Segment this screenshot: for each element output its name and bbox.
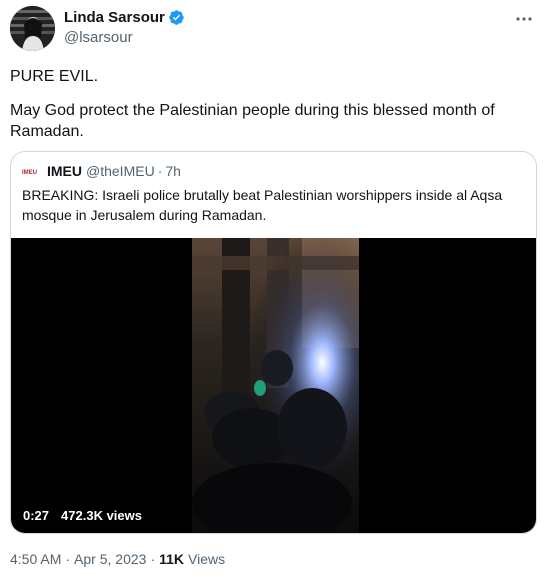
video-info: 0:27 472.3K views (23, 508, 142, 523)
quoted-tweet[interactable]: IMEU IMEU @theIMEU · 7h BREAKING: Israel… (10, 151, 537, 534)
tweet-meta: 4:50 AM · Apr 5, 2023 · 11K Views (10, 551, 225, 567)
tweet-text-line2: May God protect the Palestinian people d… (10, 102, 495, 140)
svg-text:IMEU: IMEU (22, 170, 37, 176)
video-duration: 0:27 (23, 508, 50, 523)
quoted-tweet-text: BREAKING: Israeli police brutally beat P… (22, 187, 503, 223)
author-handle[interactable]: @lsarsour (64, 29, 133, 46)
tweet-text: PURE EVIL. May God protect the Palestini… (10, 66, 535, 142)
views-count[interactable]: 11K (159, 551, 184, 567)
video-player[interactable]: 0:27 472.3K views (11, 238, 536, 533)
separator: · (150, 551, 156, 567)
author-name[interactable]: Linda Sarsour (64, 9, 165, 26)
quoted-tweet-header: IMEU IMEU @theIMEU · 7h (22, 163, 181, 179)
quoted-author-name[interactable]: IMEU (47, 163, 82, 179)
views-label: Views (188, 551, 226, 567)
tweet-text-line1: PURE EVIL. (10, 68, 99, 85)
avatar[interactable] (10, 6, 55, 51)
more-options-button[interactable] (513, 10, 535, 28)
tweet-header: Linda Sarsour @lsarsour (10, 6, 537, 54)
video-views: 472.3K views (61, 508, 142, 523)
verified-badge-icon (169, 10, 184, 25)
imeu-logo-icon: IMEU (22, 170, 37, 176)
more-horizontal-icon (516, 17, 532, 21)
tweet-date[interactable]: Apr 5, 2023 (74, 551, 146, 567)
quoted-tweet-time[interactable]: 7h (165, 163, 181, 179)
quoted-author-handle[interactable]: @theIMEU (86, 163, 155, 179)
separator: · (157, 163, 163, 179)
separator: · (65, 551, 71, 567)
tweet-time[interactable]: 4:50 AM (10, 551, 61, 567)
video-thumbnail (192, 238, 359, 533)
